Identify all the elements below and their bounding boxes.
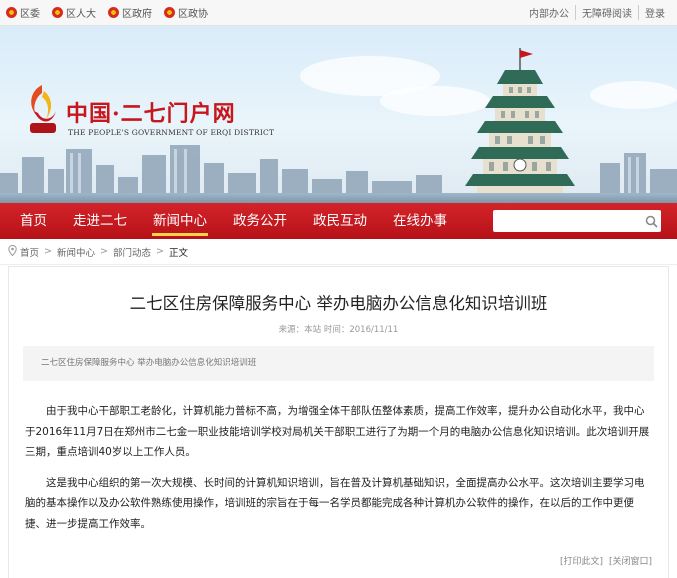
top-link-label: 区政府: [122, 9, 152, 20]
location-pin-icon: [8, 244, 17, 259]
nav-item-government-affairs[interactable]: 政务公开: [220, 203, 300, 239]
article-panel: 二七区住房保障服务中心 举办电脑办公信息化知识培训班 来源：本站 时间：2016…: [8, 266, 669, 578]
search-input[interactable]: [493, 211, 641, 231]
top-right-links: 内部办公 无障碍阅读 登录: [523, 5, 671, 20]
nav-item-online-services[interactable]: 在线办事: [380, 203, 460, 239]
top-link-label: 区政协: [178, 9, 208, 20]
breadcrumb: 首页 > 新闻中心 > 部门动态 > 正文: [0, 239, 677, 265]
internal-office-link[interactable]: 内部办公: [523, 5, 575, 20]
breadcrumb-news-center[interactable]: 新闻中心: [57, 245, 95, 259]
login-link[interactable]: 登录: [638, 5, 671, 20]
site-logo-icon: [30, 85, 56, 133]
print-article-link[interactable]: [打印此文]: [560, 554, 603, 567]
nav-item-public-interaction[interactable]: 政民互动: [300, 203, 380, 239]
site-subtitle: THE PEOPLE'S GOVERNMENT OF ERQI DISTRICT: [68, 128, 275, 137]
breadcrumb-separator: >: [100, 246, 108, 257]
close-window-link[interactable]: [关闭窗口]: [609, 554, 652, 567]
article-paragraph: 由于我中心干部职工老龄化，计算机能力普标不高，为增强全体干部队伍整体素质，提高工…: [25, 405, 650, 458]
header-banner: 中国·二七门户网 THE PEOPLE'S GOVERNMENT OF ERQI…: [0, 26, 677, 203]
cppcc-emblem-icon: [164, 7, 175, 18]
banner-bottom-strip: [0, 193, 677, 203]
erqi-tower-illustration: [465, 48, 575, 203]
top-link-label: 区人大: [66, 9, 96, 20]
breadcrumb-separator: >: [155, 246, 164, 257]
national-emblem-icon: [52, 7, 63, 18]
article-body: 由于我中心干部职工老龄化，计算机能力普标不高，为增强全体干部队伍整体素质，提高工…: [25, 401, 652, 534]
breadcrumb-department-news[interactable]: 部门动态: [113, 245, 151, 259]
national-emblem-icon: [108, 7, 119, 18]
main-nav: 首页 走进二七 新闻中心 政务公开 政民互动 在线办事: [0, 203, 677, 239]
breadcrumb-home[interactable]: 首页: [20, 245, 39, 259]
article-paragraph: 这是我中心组织的第一次大规模、长时间的计算机知识培训，旨在普及计算机基础知识，全…: [25, 476, 645, 530]
search-icon[interactable]: [641, 210, 661, 232]
site-title: 中国·二七门户网: [66, 101, 236, 127]
article-title: 二七区住房保障服务中心 举办电脑办公信息化知识培训班: [129, 294, 548, 313]
top-link-peoples-congress[interactable]: 区人大: [52, 5, 96, 20]
top-links: 区委 区人大 区政府 区政协: [6, 5, 208, 20]
search-box: [493, 210, 661, 232]
accessible-reading-link[interactable]: 无障碍阅读: [575, 5, 638, 20]
nav-item-about-erqi[interactable]: 走进二七: [60, 203, 140, 239]
nav-item-news-center[interactable]: 新闻中心: [140, 203, 220, 239]
article-actions: [打印此文] [关闭窗口]: [560, 554, 652, 567]
article-meta: 来源：本站 时间：2016/11/11: [278, 325, 399, 335]
article-summary: 二七区住房保障服务中心 举办电脑办公信息化知识培训班: [23, 346, 654, 381]
nav-item-home[interactable]: 首页: [0, 203, 60, 239]
party-emblem-icon: [6, 7, 17, 18]
top-link-label: 区委: [20, 9, 40, 20]
top-link-cppcc[interactable]: 区政协: [164, 5, 208, 20]
top-link-district-committee[interactable]: 区委: [6, 5, 40, 20]
top-link-district-government[interactable]: 区政府: [108, 5, 152, 20]
breadcrumb-separator: >: [44, 246, 52, 257]
top-bar: 区委 区人大 区政府 区政协 内部办公 无障碍阅读 登录: [0, 0, 677, 26]
breadcrumb-current: 正文: [168, 247, 188, 259]
cloud-decoration: [590, 81, 677, 109]
